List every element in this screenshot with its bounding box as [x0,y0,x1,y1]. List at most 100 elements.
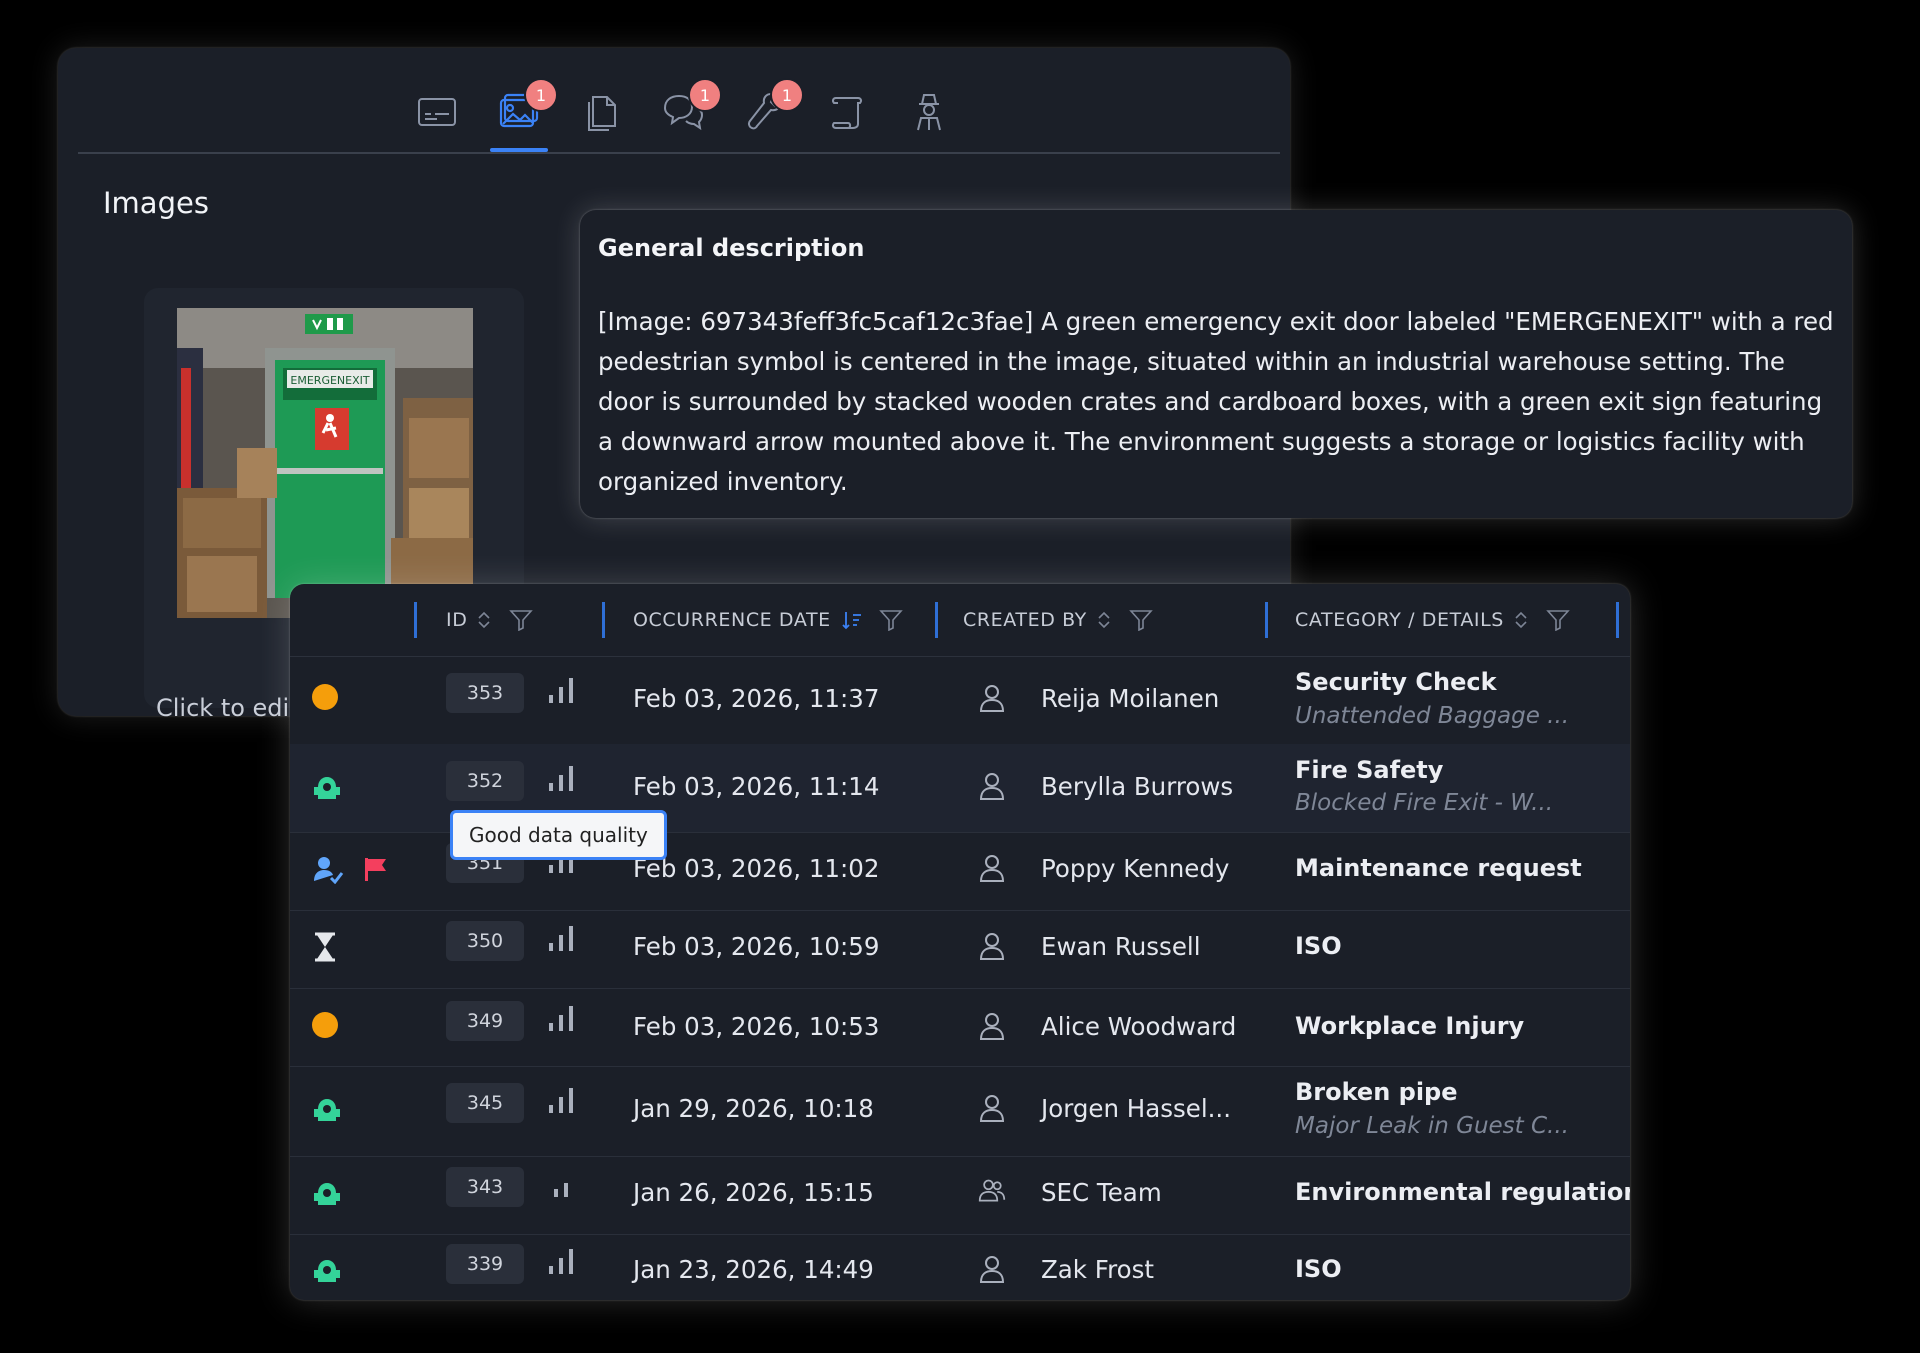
occurrence-date: Feb 03, 2026, 11:37 [633,684,880,713]
tab-tools[interactable]: 1 [738,78,804,144]
creator-avatar [978,853,1006,883]
data-quality-bars-icon[interactable] [546,1003,576,1033]
column-header-category[interactable]: CATEGORY / DETAILS [1295,584,1570,656]
created-by[interactable]: Ewan Russell [1041,932,1201,961]
status-indicator [312,932,338,962]
data-quality-indicator[interactable] [546,1169,576,1199]
category: Maintenance request [1295,854,1582,882]
description-heading: General description [598,234,865,262]
tab-images[interactable]: 1 [490,78,558,152]
data-quality-indicator[interactable] [546,1085,576,1115]
category: Fire Safety [1295,756,1444,784]
id-badge[interactable]: 349 [446,1001,524,1041]
occurrence-date: Jan 26, 2026, 15:15 [633,1178,874,1207]
created-by[interactable]: Zak Frost [1041,1255,1154,1284]
status-indicator [312,1094,342,1124]
filter-icon[interactable] [509,609,534,631]
status-indicator [312,1178,342,1208]
data-quality-indicator[interactable] [546,1003,576,1033]
thumbnail-sign-text: EMERGENEXIT [290,374,369,387]
occurrence-date: Feb 03, 2026, 10:53 [633,1012,880,1041]
tab-investigator-icon[interactable] [902,88,956,144]
id-badge[interactable]: 352 [446,761,524,801]
id-badge[interactable]: 339 [446,1244,524,1284]
filter-icon[interactable] [1546,609,1570,631]
column-divider[interactable] [602,602,605,638]
tab-bar: 1 1 1 [78,48,1280,154]
sort-icon[interactable] [1097,610,1111,630]
category: ISO [1295,1255,1342,1283]
column-label: CATEGORY / DETAILS [1295,609,1504,631]
click-to-edit-label[interactable]: Click to edi [156,694,289,722]
creator-avatar [978,1093,1006,1123]
column-divider[interactable] [414,602,417,638]
table-row[interactable]: 345 Jan 29, 2026, 10:18 Jorgen Hassel... Br… [290,1066,1630,1157]
data-quality-bars-icon[interactable] [546,763,576,793]
data-quality-indicator[interactable] [546,763,576,793]
table-row[interactable]: 353 Feb 03, 2026, 11:37 Reija Moilanen Secu… [290,656,1630,745]
created-by[interactable]: Poppy Kennedy [1041,854,1229,883]
reports-table: ID OCCURRENCE DATE CREATED BY CATEGORY /… [290,584,1630,1300]
image-thumbnail[interactable]: EMERGENEXIT [177,308,473,618]
column-header-occurrence-date[interactable]: OCCURRENCE DATE [633,584,903,656]
data-quality-indicator[interactable] [546,923,576,953]
data-quality-indicator[interactable] [546,1246,576,1276]
created-by[interactable]: Alice Woodward [1041,1012,1236,1041]
data-quality-tooltip: Good data quality [450,810,667,860]
data-quality-bars-icon[interactable] [546,675,576,705]
tab-card-icon[interactable] [410,88,464,144]
id-badge[interactable]: 353 [446,673,524,713]
tab-documents-icon[interactable] [574,88,628,144]
column-divider[interactable] [935,602,938,638]
created-by[interactable]: Reija Moilanen [1041,684,1219,713]
data-quality-bars-icon[interactable] [546,923,576,953]
created-by[interactable]: Jorgen Hassel... [1041,1094,1231,1123]
status-dot-icon [312,684,338,710]
filter-icon[interactable] [1129,609,1153,631]
sort-descending-icon[interactable] [841,609,863,631]
creator-avatar [978,1011,1006,1041]
status-indicator [312,1255,342,1285]
category: Broken pipe [1295,1078,1458,1106]
filter-icon[interactable] [878,609,903,631]
tab-scroll-icon[interactable] [820,88,874,144]
occurrence-date: Feb 03, 2026, 11:02 [633,854,880,883]
data-quality-bars-icon[interactable] [546,1085,576,1115]
table-row[interactable]: 339 Jan 23, 2026, 14:49 Zak Frost ISO [290,1234,1630,1300]
tab-badge: 1 [770,78,804,112]
automated-icon [314,1183,340,1205]
column-header-created-by[interactable]: CREATED BY [963,584,1153,656]
table-row[interactable]: 350 Feb 03, 2026, 10:59 Ewan Russell ISO [290,910,1630,989]
status-indicator [312,1012,338,1038]
creator-avatar [978,1177,1006,1207]
column-label: CREATED BY [963,609,1087,631]
id-badge[interactable]: 343 [446,1167,524,1207]
tab-comments[interactable]: 1 [656,78,722,144]
table-row[interactable]: 349 Feb 03, 2026, 10:53 Alice Woodward Work… [290,988,1630,1067]
status-indicator [312,684,338,710]
created-by[interactable]: SEC Team [1041,1178,1162,1207]
person-icon [979,1095,1005,1122]
status-indicator [312,772,342,802]
table-header: ID OCCURRENCE DATE CREATED BY CATEGORY /… [290,584,1630,657]
creator-avatar [978,1254,1006,1284]
id-badge[interactable]: 350 [446,921,524,961]
column-divider[interactable] [1616,602,1619,638]
category-detail: Major Leak in Guest C... [1295,1113,1569,1139]
id-badge[interactable]: 345 [446,1083,524,1123]
creator-avatar [978,683,1006,713]
person-icon [979,1013,1005,1040]
sort-icon[interactable] [477,610,491,630]
flag-icon [365,858,386,881]
created-by[interactable]: Berylla Burrows [1041,772,1233,801]
sort-icon[interactable] [1514,610,1528,630]
data-quality-indicator[interactable] [546,675,576,705]
data-quality-bars-icon[interactable] [546,1169,576,1199]
occurrence-date: Feb 03, 2026, 10:59 [633,932,880,961]
column-divider[interactable] [1265,602,1268,638]
person-icon [979,855,1005,882]
status-dot-icon [312,1012,338,1038]
column-header-id[interactable]: ID [446,584,534,656]
table-row[interactable]: 343 Jan 26, 2026, 15:15 SEC Team Environmen… [290,1156,1630,1235]
data-quality-bars-icon[interactable] [546,1246,576,1276]
